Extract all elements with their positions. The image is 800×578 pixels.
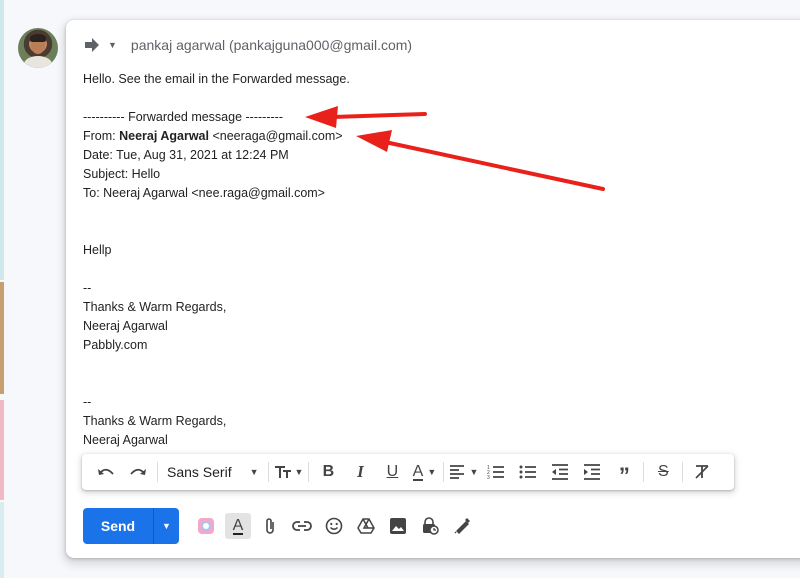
- signature-icon[interactable]: [449, 513, 475, 539]
- signature-1-line-1: Thanks & Warm Regards,: [83, 300, 227, 314]
- reply-type-dropdown-icon[interactable]: ▼: [108, 40, 117, 50]
- formatting-toolbar: Sans Serif ▼ ▼ B I U A ▼ ▼ 123 ” S: [82, 454, 734, 490]
- chevron-down-icon: ▼: [249, 467, 259, 477]
- send-row: Send ▼ A: [83, 508, 475, 544]
- underline-icon[interactable]: U: [378, 458, 406, 486]
- compose-window: ▼ pankaj agarwal (pankajguna000@gmail.co…: [66, 20, 800, 558]
- send-button[interactable]: Send ▼: [83, 508, 179, 544]
- font-family-select[interactable]: Sans Serif ▼: [161, 464, 265, 480]
- forwarded-body-text: Hellp: [83, 243, 112, 257]
- indent-more-icon[interactable]: [578, 458, 606, 486]
- sender-display: pankaj agarwal (pankajguna000@gmail.com): [130, 37, 413, 53]
- bulleted-list-icon[interactable]: [514, 458, 542, 486]
- font-size-icon[interactable]: ▼: [274, 458, 303, 486]
- signature-2-dash: --: [83, 395, 92, 409]
- remove-formatting-icon[interactable]: [688, 458, 716, 486]
- strikethrough-icon[interactable]: S: [649, 458, 677, 486]
- forwarded-from: From: Neeraj Agarwal <neeraga@gmail.com>: [83, 129, 343, 143]
- send-label: Send: [100, 518, 136, 534]
- drive-icon[interactable]: [353, 513, 379, 539]
- forwarded-date: Date: Tue, Aug 31, 2021 at 12:24 PM: [83, 148, 289, 162]
- svg-text:3: 3: [487, 475, 490, 481]
- intro-text: Hello. See the email in the Forwarded me…: [83, 72, 350, 86]
- indent-less-icon[interactable]: [546, 458, 574, 486]
- forwarded-from-email: <neeraga@gmail.com>: [208, 129, 343, 143]
- quote-icon[interactable]: ”: [610, 458, 638, 487]
- undo-icon[interactable]: [92, 458, 120, 486]
- schedule-send-dropdown-icon[interactable]: ▼: [153, 508, 179, 544]
- attach-icon[interactable]: [257, 513, 283, 539]
- signature-1-line-2: Neeraj Agarwal: [83, 319, 168, 333]
- font-family-label: Sans Serif: [167, 464, 232, 480]
- signature-2-line-2: Neeraj Agarwal: [83, 433, 168, 447]
- photo-icon[interactable]: [385, 513, 411, 539]
- link-icon[interactable]: [289, 513, 315, 539]
- align-icon[interactable]: ▼: [449, 458, 478, 486]
- numbered-list-icon[interactable]: 123: [482, 458, 510, 486]
- background-edge-strip: [0, 0, 4, 578]
- forwarded-from-name: Neeraj Agarwal: [119, 129, 209, 143]
- signature-1-dash: --: [83, 281, 92, 295]
- message-body[interactable]: Hello. See the email in the Forwarded me…: [83, 70, 733, 450]
- italic-icon[interactable]: I: [346, 458, 374, 486]
- compose-actions: A: [193, 513, 475, 539]
- compose-header: ▼ pankaj agarwal (pankajguna000@gmail.co…: [84, 34, 412, 56]
- forwarded-header: ---------- Forwarded message ---------: [83, 110, 283, 124]
- signature-1-line-3: Pabbly.com: [83, 338, 148, 352]
- text-color-icon[interactable]: A ▼: [410, 458, 438, 486]
- signature-2-line-1: Thanks & Warm Regards,: [83, 414, 227, 428]
- confidential-mode-icon[interactable]: [417, 513, 443, 539]
- formatting-options-icon[interactable]: A: [225, 513, 251, 539]
- emoji-icon[interactable]: [321, 513, 347, 539]
- confidential-color-icon[interactable]: [193, 513, 219, 539]
- forwarded-subject: Subject: Hello: [83, 167, 161, 181]
- sender-avatar: [18, 28, 58, 68]
- bold-icon[interactable]: B: [314, 458, 342, 486]
- redo-icon[interactable]: [124, 458, 152, 486]
- forward-icon[interactable]: [84, 38, 100, 52]
- forwarded-to: To: Neeraj Agarwal <nee.raga@gmail.com>: [83, 186, 325, 200]
